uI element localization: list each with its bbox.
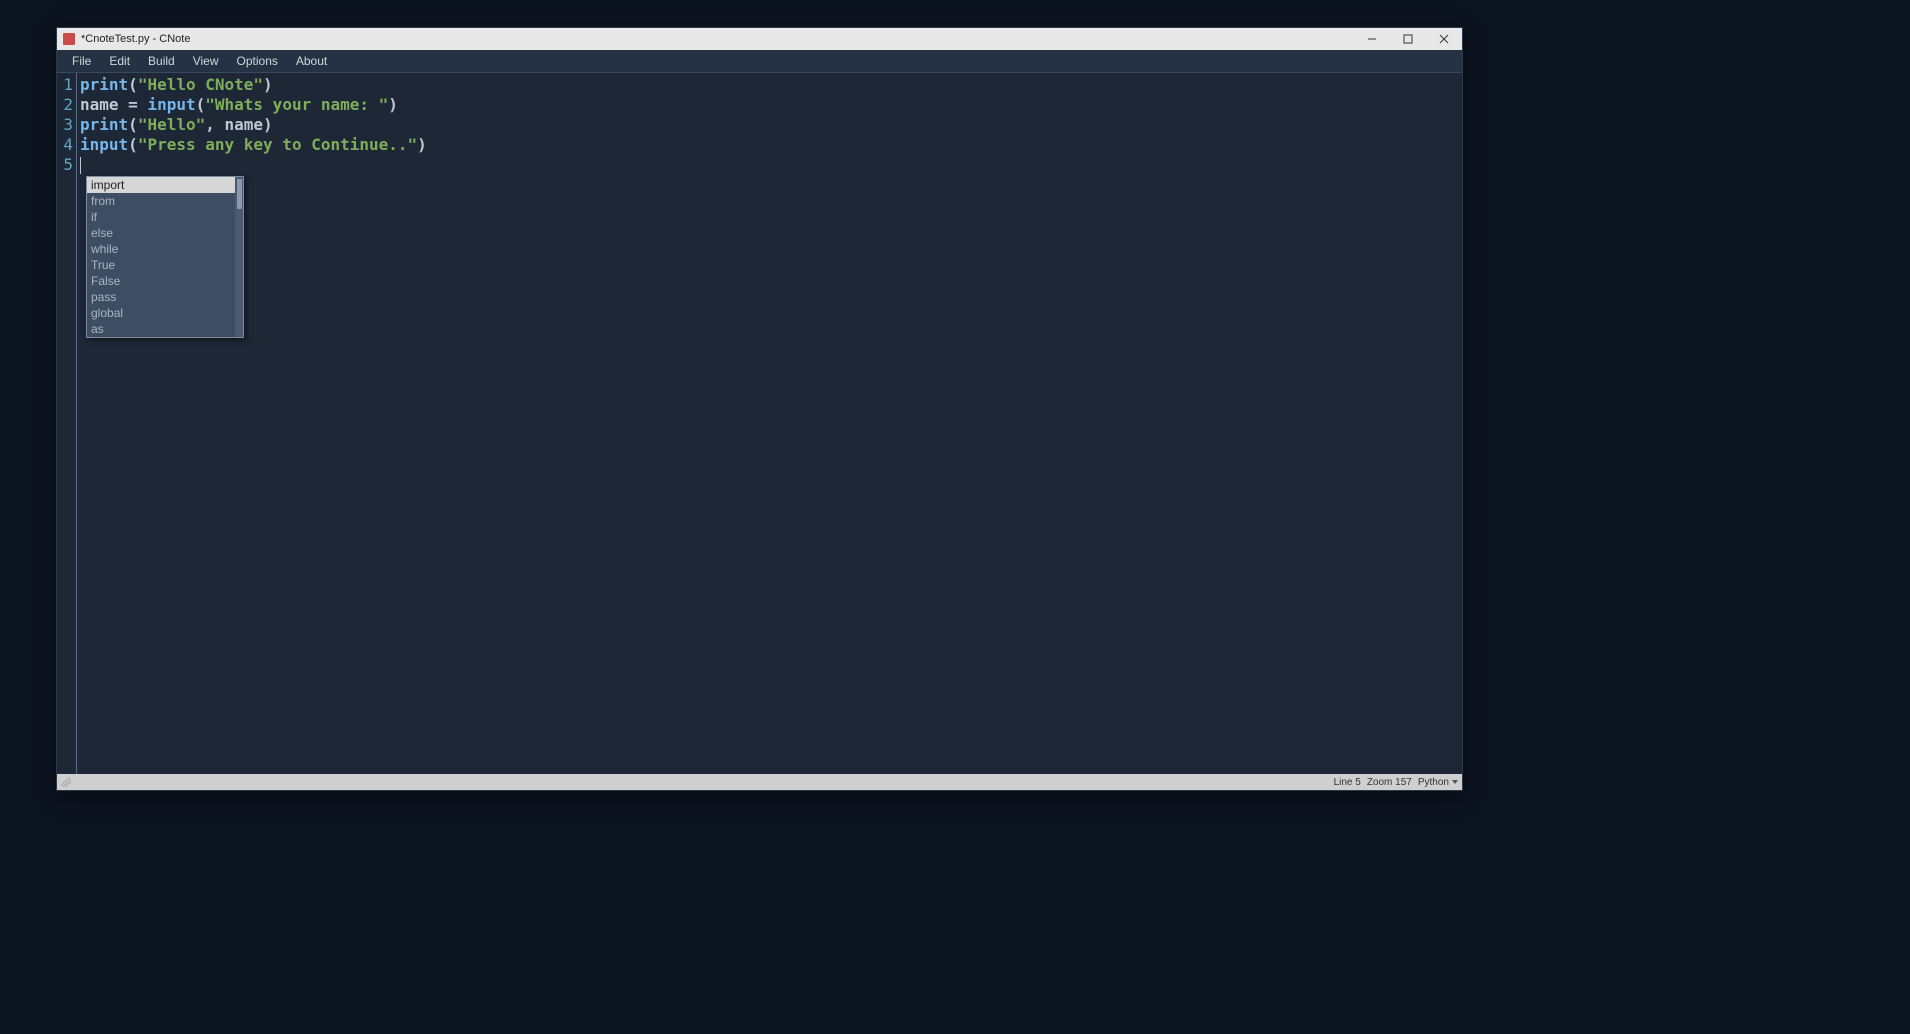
code-line[interactable]: print("Hello CNote")	[80, 75, 1462, 95]
code-token: "Hello CNote"	[138, 75, 263, 94]
code-token: "Press any key to Continue.."	[138, 135, 417, 154]
menu-build[interactable]: Build	[139, 50, 184, 72]
autocomplete-item[interactable]: True	[87, 257, 243, 273]
titlebar[interactable]: *CnoteTest.py - CNote	[57, 28, 1462, 50]
autocomplete-item[interactable]: if	[87, 209, 243, 225]
autocomplete-item[interactable]: as	[87, 321, 243, 337]
code-line[interactable]: print("Hello", name)	[80, 115, 1462, 135]
code-token: )	[388, 95, 398, 114]
autocomplete-item[interactable]: from	[87, 193, 243, 209]
code-token: (	[196, 95, 206, 114]
line-number: 1	[57, 75, 76, 95]
status-line: Line 5	[1334, 777, 1361, 788]
code-line[interactable]: name = input("Whats your name: ")	[80, 95, 1462, 115]
line-number: 3	[57, 115, 76, 135]
code-token: )	[417, 135, 427, 154]
chevron-down-icon	[1452, 780, 1458, 784]
minimize-button[interactable]	[1354, 28, 1390, 50]
menu-options[interactable]: Options	[228, 50, 287, 72]
autocomplete-scrollbar-thumb[interactable]	[237, 179, 242, 209]
code-line[interactable]: input("Press any key to Continue..")	[80, 135, 1462, 155]
code-area[interactable]: print("Hello CNote")name = input("Whats …	[77, 73, 1462, 774]
autocomplete-item[interactable]: global	[87, 305, 243, 321]
line-number: 5	[57, 155, 76, 175]
code-token: (	[128, 135, 138, 154]
status-zoom: Zoom 157	[1367, 777, 1412, 788]
code-token: (	[128, 75, 138, 94]
code-token: "Whats your name: "	[205, 95, 388, 114]
menubar: File Edit Build View Options About	[57, 50, 1462, 72]
code-token: name	[225, 115, 264, 134]
code-token: ,	[205, 115, 224, 134]
text-cursor	[80, 157, 81, 174]
line-number: 4	[57, 135, 76, 155]
code-line[interactable]	[80, 155, 1462, 175]
app-window: *CnoteTest.py - CNote File Edit Build Vi…	[56, 27, 1463, 791]
app-icon	[63, 33, 75, 45]
code-token: (	[128, 115, 138, 134]
status-language-label: Python	[1418, 777, 1449, 788]
close-icon	[1439, 34, 1449, 44]
menu-view[interactable]: View	[184, 50, 228, 72]
minimize-icon	[1367, 34, 1377, 44]
line-number: 2	[57, 95, 76, 115]
code-token: "Hello"	[138, 115, 205, 134]
code-token: print	[80, 115, 128, 134]
menu-file[interactable]: File	[63, 50, 100, 72]
menu-edit[interactable]: Edit	[100, 50, 139, 72]
window-title: *CnoteTest.py - CNote	[81, 33, 190, 45]
code-token: =	[128, 95, 147, 114]
code-token: name	[80, 95, 128, 114]
code-token: )	[263, 75, 273, 94]
maximize-button[interactable]	[1390, 28, 1426, 50]
close-button[interactable]	[1426, 28, 1462, 50]
autocomplete-item[interactable]: while	[87, 241, 243, 257]
code-token: )	[263, 115, 273, 134]
autocomplete-item[interactable]: False	[87, 273, 243, 289]
code-token: input	[147, 95, 195, 114]
code-token: input	[80, 135, 128, 154]
menu-about[interactable]: About	[287, 50, 336, 72]
autocomplete-scrollbar[interactable]	[235, 177, 243, 337]
line-number-gutter: 1 2 3 4 5	[57, 73, 77, 774]
status-language-selector[interactable]: Python	[1418, 777, 1458, 788]
autocomplete-item[interactable]: import	[87, 177, 243, 193]
maximize-icon	[1403, 34, 1413, 44]
resize-grip-icon[interactable]	[61, 777, 71, 787]
statusbar: Line 5 Zoom 157 Python	[57, 774, 1462, 790]
autocomplete-popup[interactable]: importfromifelsewhileTrueFalsepassglobal…	[86, 176, 244, 338]
code-token: print	[80, 75, 128, 94]
autocomplete-item[interactable]: else	[87, 225, 243, 241]
editor[interactable]: 1 2 3 4 5 print("Hello CNote")name = inp…	[57, 72, 1462, 774]
autocomplete-item[interactable]: pass	[87, 289, 243, 305]
